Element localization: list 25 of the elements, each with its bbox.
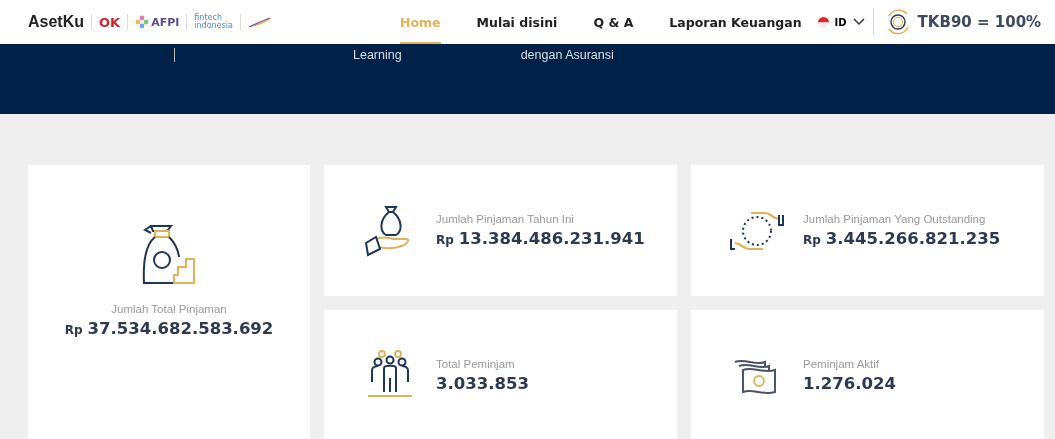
stat-value: 3.033.853 — [436, 374, 529, 393]
flag-icon — [817, 16, 829, 28]
stat-label: Jumlah Pinjaman Yang Outstanding — [803, 213, 987, 225]
brand-logo[interactable]: AsetKu — [28, 13, 84, 31]
nav-link[interactable]: Q & A — [593, 0, 634, 44]
stat-value: Rp 13.384.486.231.941 — [436, 229, 645, 248]
stat-label: Peminjam Aktif — [803, 358, 881, 370]
chevron-down-icon — [852, 18, 865, 26]
swoosh-logo — [247, 16, 274, 28]
afpi-logo: AFPI — [151, 15, 180, 29]
fintech-logo: fintech indonesia — [194, 14, 233, 30]
nav-link[interactable]: Mulai disini — [476, 0, 558, 44]
banner-link[interactable]: dengan Asuransi — [520, 48, 614, 62]
stat-label: Jumlah Total Pinjaman — [111, 303, 227, 315]
nav-link[interactable]: Laporan Keuangan — [669, 0, 802, 44]
language-selector[interactable]: ID — [815, 16, 873, 28]
ojk-logo: OK — [99, 14, 121, 30]
stat-label: Total Peminjam — [436, 358, 516, 370]
stat-value: Rp 37.534.682.583.692 — [64, 319, 274, 338]
stat-value: 1.276.024 — [803, 374, 896, 393]
banner-link[interactable]: Learning — [353, 48, 402, 62]
stat-label: Jumlah Pinjaman Tahun Ini — [436, 213, 575, 225]
stat-value: Rp 3.445.266.821.235 — [803, 229, 1001, 248]
tkb-rate: TKB90 = 100% — [917, 13, 1042, 31]
flower-icon — [135, 15, 150, 29]
